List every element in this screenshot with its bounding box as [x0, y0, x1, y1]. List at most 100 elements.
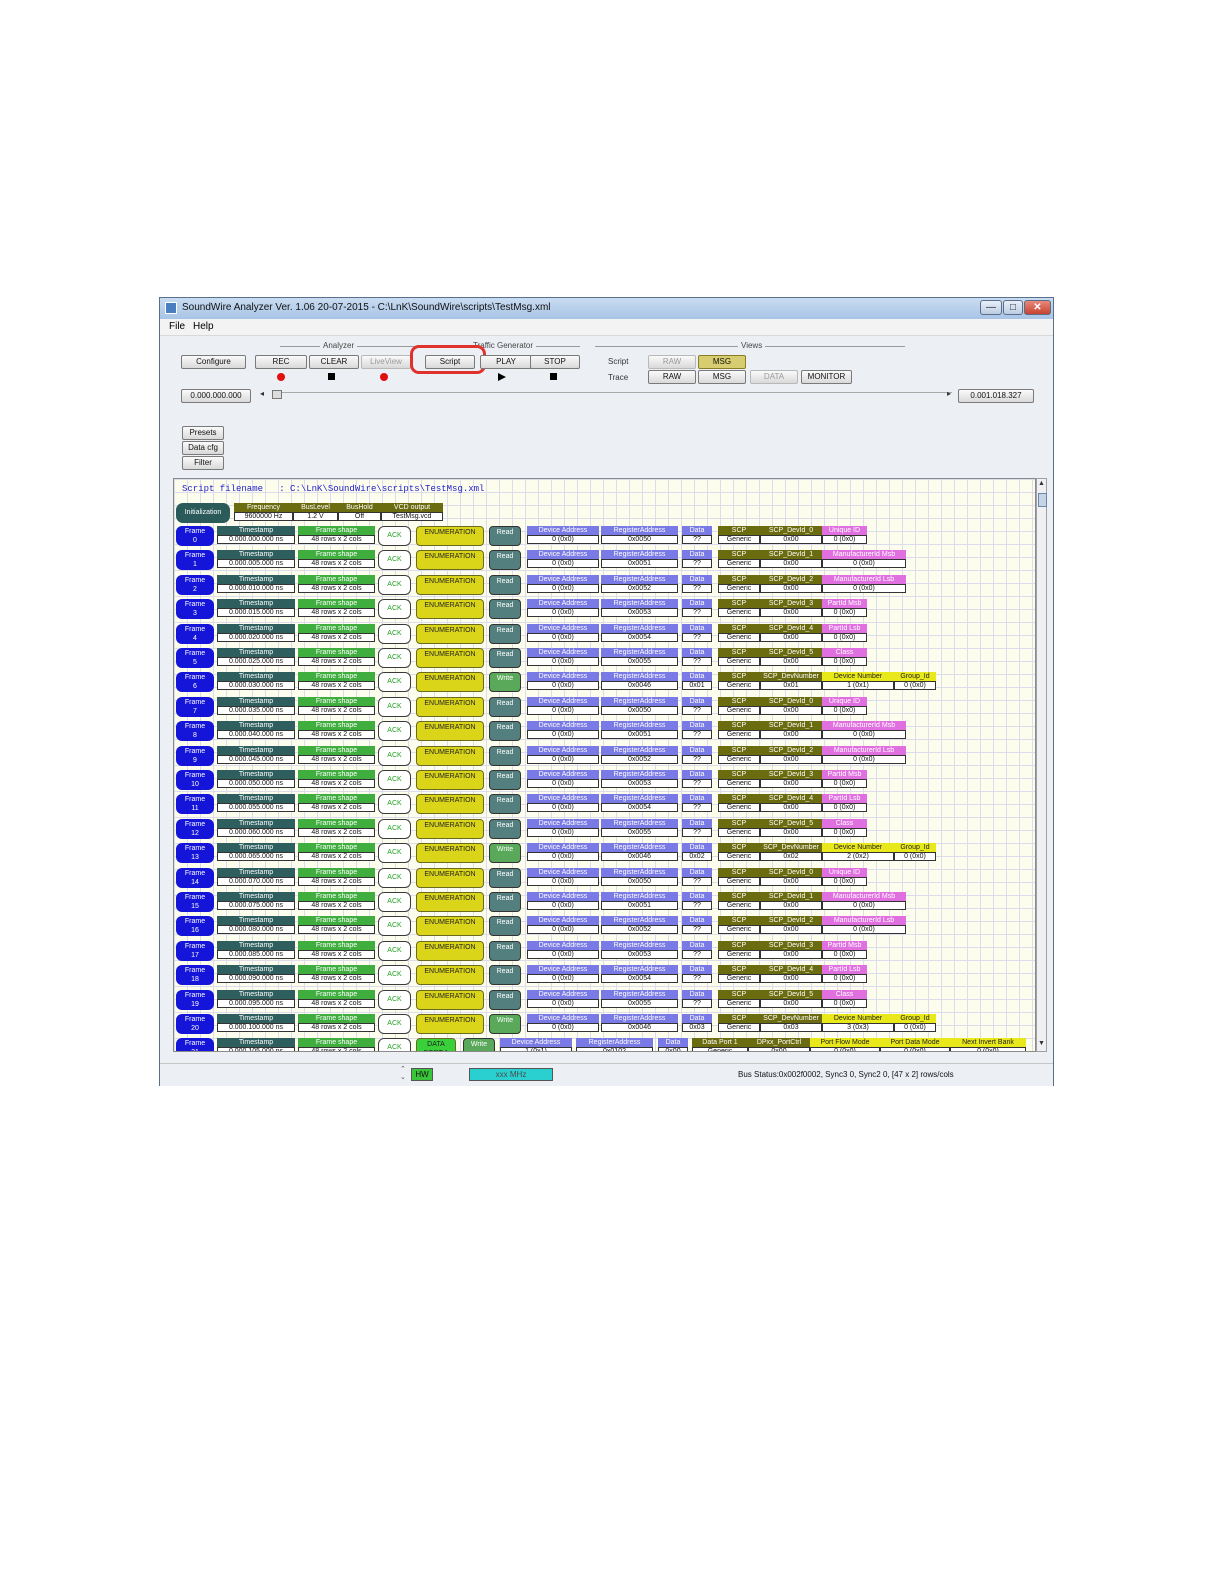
timeline-start-field[interactable]: 0.000.000.000 [181, 389, 251, 403]
frame-button[interactable]: Frame 16 [176, 916, 214, 937]
enumeration-button[interactable]: ENUMERATION [416, 574, 484, 595]
read-button[interactable]: Read [489, 965, 521, 986]
enumeration-button[interactable]: ENUMERATION [416, 672, 484, 693]
read-button[interactable]: Read [489, 867, 521, 888]
frame-button[interactable]: Frame 2 [176, 574, 214, 595]
frame-button[interactable]: Frame 8 [176, 721, 214, 742]
write-button[interactable]: Write [489, 1014, 521, 1034]
timeline-end-field[interactable]: 0.001.018.327 [958, 389, 1034, 403]
read-button[interactable]: Read [489, 916, 521, 937]
ack-button[interactable]: ACK [378, 916, 411, 937]
enumeration-button[interactable]: ENUMERATION [416, 843, 484, 864]
ack-button[interactable]: ACK [378, 1014, 411, 1034]
enumeration-button[interactable]: ENUMERATION [416, 892, 484, 912]
frame-button[interactable]: Frame 13 [176, 843, 214, 864]
vertical-scrollbar[interactable]: ▲ ▼ [1036, 478, 1047, 1052]
ack-button[interactable]: ACK [378, 965, 411, 986]
ack-button[interactable]: ACK [378, 989, 411, 1010]
scroll-thumb[interactable] [1038, 493, 1047, 507]
data-cfg-button[interactable]: Data cfg [182, 441, 224, 455]
enumeration-button[interactable]: ENUMERATION [416, 745, 484, 766]
rec-button[interactable]: REC [255, 355, 307, 369]
enumeration-button[interactable]: ENUMERATION [416, 550, 484, 571]
timeline-slider-track[interactable] [272, 392, 952, 399]
enumeration-button[interactable]: ENUMERATION [416, 916, 484, 937]
scroll-up-arrow-icon[interactable]: ▲ [1037, 480, 1046, 487]
maximize-button[interactable]: □ [1003, 300, 1023, 315]
frame-button[interactable]: Frame 5 [176, 648, 214, 668]
read-button[interactable]: Read [489, 599, 521, 620]
read-button[interactable]: Read [489, 745, 521, 766]
frame-button[interactable]: Frame 20 [176, 1014, 214, 1034]
clear-button[interactable]: CLEAR [309, 355, 359, 369]
enumeration-button[interactable]: ENUMERATION [416, 965, 484, 986]
ack-button[interactable]: ACK [378, 794, 411, 815]
ack-button[interactable]: ACK [378, 526, 411, 546]
initialization-button[interactable]: Initialization [176, 503, 230, 523]
enumeration-button[interactable]: ENUMERATION [416, 1014, 484, 1034]
timeline-slider-thumb[interactable] [272, 390, 282, 399]
frame-button[interactable]: Frame 18 [176, 965, 214, 986]
script-message-view[interactable]: Script filename : C:\LnK\SoundWire\scrip… [173, 478, 1036, 1052]
data-port-button[interactable]: DATA PORT 1 [416, 1038, 456, 1051]
frame-button[interactable]: Frame 17 [176, 940, 214, 961]
enumeration-button[interactable]: ENUMERATION [416, 526, 484, 546]
read-button[interactable]: Read [489, 623, 521, 644]
ack-button[interactable]: ACK [378, 867, 411, 888]
ack-button[interactable]: ACK [378, 672, 411, 693]
ack-button[interactable]: ACK [378, 1038, 411, 1051]
ack-button[interactable]: ACK [378, 745, 411, 766]
frame-button[interactable]: Frame 6 [176, 672, 214, 693]
frame-button[interactable]: Frame 14 [176, 867, 214, 888]
ack-button[interactable]: ACK [378, 843, 411, 864]
frame-button[interactable]: Frame 15 [176, 892, 214, 912]
play-button[interactable]: PLAY [480, 355, 532, 369]
frame-button[interactable]: Frame 10 [176, 770, 214, 790]
write-button[interactable]: Write [489, 843, 521, 864]
enumeration-button[interactable]: ENUMERATION [416, 818, 484, 839]
ack-button[interactable]: ACK [378, 940, 411, 961]
read-button[interactable]: Read [489, 818, 521, 839]
read-button[interactable]: Read [489, 550, 521, 571]
enumeration-button[interactable]: ENUMERATION [416, 696, 484, 717]
write-button[interactable]: Write [489, 672, 521, 693]
close-button[interactable]: ✕ [1024, 300, 1051, 315]
enumeration-button[interactable]: ENUMERATION [416, 794, 484, 815]
frame-button[interactable]: Frame 12 [176, 818, 214, 839]
trace-msg-button[interactable]: MSG [698, 370, 746, 384]
script-raw-button[interactable]: RAW [648, 355, 696, 369]
title-bar[interactable]: SoundWire Analyzer Ver. 1.06 20-07-2015 … [160, 298, 1053, 319]
frame-button[interactable]: Frame 9 [176, 745, 214, 766]
read-button[interactable]: Read [489, 940, 521, 961]
ack-button[interactable]: ACK [378, 574, 411, 595]
frame-button[interactable]: Frame 4 [176, 623, 214, 644]
ack-button[interactable]: ACK [378, 648, 411, 668]
read-button[interactable]: Read [489, 794, 521, 815]
ack-button[interactable]: ACK [378, 696, 411, 717]
presets-button[interactable]: Presets [182, 426, 224, 440]
trace-monitor-button[interactable]: MONITOR [801, 370, 852, 384]
read-button[interactable]: Read [489, 892, 521, 912]
enumeration-button[interactable]: ENUMERATION [416, 940, 484, 961]
enumeration-button[interactable]: ENUMERATION [416, 721, 484, 742]
frame-button[interactable]: Frame 11 [176, 794, 214, 815]
read-button[interactable]: Read [489, 648, 521, 668]
ack-button[interactable]: ACK [378, 599, 411, 620]
write-button[interactable]: Write [463, 1038, 495, 1051]
frame-button[interactable]: Frame 3 [176, 599, 214, 620]
read-button[interactable]: Read [489, 989, 521, 1010]
stop-button[interactable]: STOP [530, 355, 580, 369]
configure-button[interactable]: Configure [181, 355, 246, 369]
read-button[interactable]: Read [489, 526, 521, 546]
menu-help[interactable]: Help [193, 321, 214, 332]
trace-data-button[interactable]: DATA [750, 370, 798, 384]
read-button[interactable]: Read [489, 770, 521, 790]
enumeration-button[interactable]: ENUMERATION [416, 770, 484, 790]
filter-button[interactable]: Filter [182, 456, 224, 470]
ack-button[interactable]: ACK [378, 892, 411, 912]
frame-button[interactable]: Frame 7 [176, 696, 214, 717]
frame-button[interactable]: Frame 19 [176, 989, 214, 1010]
ack-button[interactable]: ACK [378, 550, 411, 571]
scroll-down-arrow-icon[interactable]: ▼ [1037, 1040, 1046, 1047]
enumeration-button[interactable]: ENUMERATION [416, 867, 484, 888]
